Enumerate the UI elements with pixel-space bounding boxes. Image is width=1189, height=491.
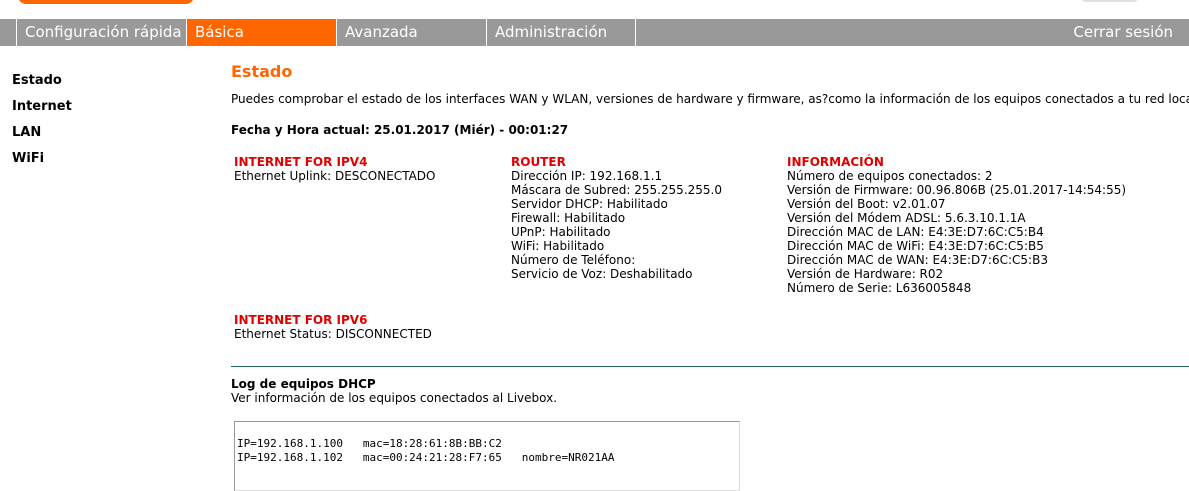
info-row: Versión de Hardware: R02 [787,267,944,281]
sidebar-item-lan[interactable]: LAN [12,124,202,150]
section-divider [231,366,1189,367]
dhcp-log-line: IP=192.168.1.102 mac=00:24:21:28:F7:65 n… [237,451,615,464]
tab-administracion[interactable]: Administración [486,19,636,46]
intro-text: Puedes comprobar el estado de los interf… [231,92,1189,106]
ipv4-section: INTERNET FOR IPV4 Ethernet Uplink: DESCO… [234,155,435,183]
ipv6-row: Ethernet Status: DISCONNECTED [234,327,432,341]
sidebar: Estado Internet LAN WiFi [12,72,202,176]
info-row: Versión de Firmware: 00.96.806B (25.01.2… [787,183,1127,197]
info-row: Número de Serie: L636005848 [787,281,972,295]
sidebar-item-wifi[interactable]: WiFi [12,150,202,176]
dhcp-log-subtitle: Ver información de los equipos conectado… [231,391,558,405]
top-navigation: Configuración rápida Básica Avanzada Adm… [0,19,1189,46]
brand-logo [18,0,194,4]
dhcp-log-textarea[interactable]: IP=192.168.1.100 mac=18:28:61:8B:BB:C2 IP… [234,421,740,491]
page-title: Estado [231,62,293,81]
main-content: Estado Puedes comprobar el estado de los… [231,62,1189,137]
top-button-fragment [1080,0,1140,2]
router-row: Número de Teléfono: [511,253,636,267]
router-row: Máscara de Subred: 255.255.255.0 [511,183,722,197]
info-row: Dirección MAC de WAN: E4:3E:D7:6C:C5:B3 [787,253,1048,267]
router-section: ROUTER Dirección IP: 192.168.1.1 Máscara… [511,155,722,281]
tab-basica[interactable]: Básica [186,19,336,46]
info-heading: INFORMACIÓN [787,155,884,169]
sidebar-item-estado[interactable]: Estado [12,72,202,98]
header-strip [0,0,1189,18]
router-row: Servicio de Voz: Deshabilitado [511,267,693,281]
logout-link[interactable]: Cerrar sesión [1073,19,1173,46]
router-heading: ROUTER [511,155,566,169]
tab-configuracion-rapida[interactable]: Configuración rápida [16,19,186,46]
router-row: Firewall: Habilitado [511,211,626,225]
info-row: Versión del Boot: v2.01.07 [787,197,946,211]
router-row: Servidor DHCP: Habilitado [511,197,668,211]
router-row: WiFi: Habilitado [511,239,605,253]
current-datetime: Fecha y Hora actual: 25.01.2017 (Miér) -… [231,123,569,137]
router-row: UPnP: Habilitado [511,225,611,239]
info-row: Dirección MAC de WiFi: E4:3E:D7:6C:C5:B5 [787,239,1044,253]
ipv6-section: INTERNET FOR IPV6 Ethernet Status: DISCO… [234,313,432,341]
ipv4-heading: INTERNET FOR IPV4 [234,155,368,169]
info-row: Versión del Módem ADSL: 5.6.3.10.1.1A [787,211,1026,225]
sidebar-item-internet[interactable]: Internet [12,98,202,124]
info-row: Número de equipos conectados: 2 [787,169,993,183]
info-section: INFORMACIÓN Número de equipos conectados… [787,155,1126,295]
dhcp-log-title: Log de equipos DHCP [231,377,376,391]
tab-avanzada[interactable]: Avanzada [336,19,486,46]
ipv4-row: Ethernet Uplink: DESCONECTADO [234,169,436,183]
info-row: Dirección MAC de LAN: E4:3E:D7:6C:C5:B4 [787,225,1044,239]
ipv6-heading: INTERNET FOR IPV6 [234,313,368,327]
router-row: Dirección IP: 192.168.1.1 [511,169,663,183]
dhcp-log-line: IP=192.168.1.100 mac=18:28:61:8B:BB:C2 [237,437,502,450]
